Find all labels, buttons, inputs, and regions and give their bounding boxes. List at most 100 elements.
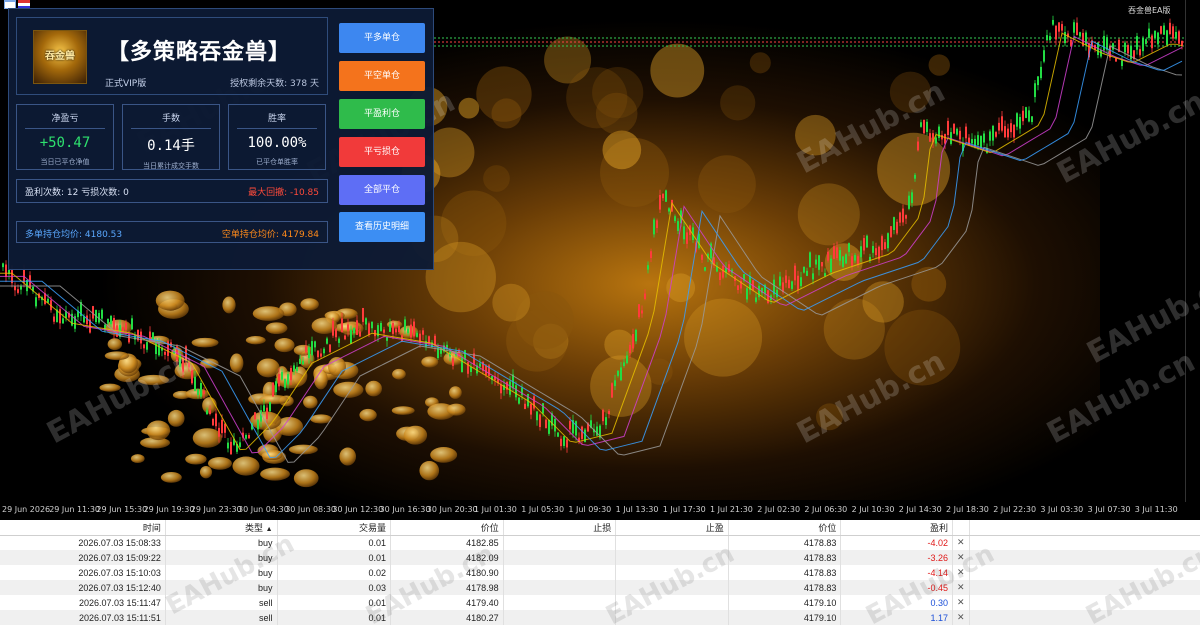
volume-cell: 0.02 <box>277 565 392 580</box>
stop-loss-cell <box>503 550 617 565</box>
volume-cell: 0.01 <box>277 595 392 610</box>
time-cell: 2026.07.03 15:08:33 <box>0 535 166 550</box>
ea-control-panel: 吞金兽 【多策略吞金兽】 正式VIP版 授权剩余天数: 378 天 净盈亏 +5… <box>8 8 434 270</box>
close-position-icon[interactable]: ✕ <box>952 535 970 550</box>
close-position-icon[interactable]: ✕ <box>952 610 970 625</box>
table-header: 时间 类型 ▲ 交易量 价位 止损 止盈 价位 盈利 <box>0 520 1200 536</box>
ea-logo: 吞金兽 <box>33 30 87 84</box>
positions-table: 时间 类型 ▲ 交易量 价位 止损 止盈 价位 盈利 2026.07.03 15… <box>0 520 1200 629</box>
table-row[interactable]: 2026.07.03 15:08:33 buy 0.01 4182.85 4178.83… <box>0 535 1200 550</box>
net-pnl-value: +50.47 <box>39 135 91 151</box>
net-pnl-label: 净盈亏 <box>51 114 79 124</box>
table-row[interactable]: 2026.07.03 15:12:40 buy 0.03 4178.98 4178.83… <box>0 580 1200 595</box>
close-position-icon[interactable]: ✕ <box>952 595 970 610</box>
win-loss-counts: 盈利次数: 12 亏损次数: 0 <box>25 188 129 198</box>
title-box: 吞金兽 【多策略吞金兽】 正式VIP版 授权剩余天数: 378 天 <box>16 17 328 95</box>
col-open-price[interactable]: 价位 <box>390 520 504 536</box>
short-avg-price: 空单持仓均价: 4179.84 <box>221 230 319 240</box>
take-profit-cell <box>615 610 729 625</box>
time-tick-label: 1 Jul 21:30 <box>710 505 753 514</box>
profit-cell: -4.14 <box>840 565 953 580</box>
price-cell: 4178.98 <box>390 580 504 595</box>
type-cell: buy <box>165 565 278 580</box>
time-tick-label: 30 Jun 16:30 <box>379 505 431 514</box>
volume-cell: 0.01 <box>277 550 392 565</box>
volume-cell: 0.03 <box>277 580 392 595</box>
close-position-icon[interactable]: ✕ <box>952 580 970 595</box>
col-take-profit[interactable]: 止盈 <box>615 520 729 536</box>
lots-card: 手数 0.14手 当日累计成交手数 <box>122 104 220 170</box>
price-cell: 4180.90 <box>390 565 504 580</box>
close-all-button[interactable]: 全部平仓 <box>339 175 425 205</box>
license-days: 授权剩余天数: 378 天 <box>230 79 319 89</box>
close-profit-button[interactable]: 平盈利仓 <box>339 99 425 129</box>
time-tick-label: 2 Jul 06:30 <box>804 505 848 514</box>
panel-title: 【多策略吞金兽】 <box>107 40 292 65</box>
table-row[interactable]: 2026.07.03 15:11:47 sell 0.01 4179.40 4179.1… <box>0 595 1200 610</box>
type-cell: buy <box>165 580 278 595</box>
volume-cell: 0.01 <box>277 535 392 550</box>
volume-cell: 0.01 <box>277 610 392 625</box>
time-tick-label: 1 Jul 05:30 <box>521 505 565 514</box>
current-price-cell: 4178.83 <box>728 565 842 580</box>
take-profit-cell <box>615 550 729 565</box>
time-tick-label: 1 Jul 09:30 <box>568 505 612 514</box>
close-position-icon[interactable]: ✕ <box>952 565 970 580</box>
time-tick-label: 30 Jun 08:30 <box>285 505 337 514</box>
type-cell: buy <box>165 550 278 565</box>
stop-loss-cell <box>503 580 617 595</box>
long-avg-price: 多单持仓均价: 4180.53 <box>25 230 123 240</box>
avg-price-row: 多单持仓均价: 4180.53 空单持仓均价: 4179.84 <box>16 221 328 243</box>
logo-text: 吞金兽 <box>45 51 75 62</box>
time-tick-label: 29 Jun 19:30 <box>143 505 195 514</box>
time-tick-label: 1 Jul 17:30 <box>662 505 706 514</box>
time-tick-label: 1 Jul 13:30 <box>615 505 659 514</box>
current-price-cell: 4178.83 <box>728 550 842 565</box>
time-cell: 2026.07.03 15:11:51 <box>0 610 166 625</box>
view-history-button[interactable]: 查看历史明细 <box>339 212 425 242</box>
time-tick-label: 3 Jul 11:30 <box>1134 505 1178 514</box>
col-volume[interactable]: 交易量 <box>277 520 392 536</box>
max-drawdown: 最大回撤: -10.85 <box>248 188 319 198</box>
price-cell: 4179.40 <box>390 595 504 610</box>
time-tick-label: 30 Jun 20:30 <box>426 505 478 514</box>
close-sell-button[interactable]: 平空单仓 <box>339 61 425 91</box>
winrate-card: 胜率 100.00% 已平仓单胜率 <box>228 104 326 170</box>
time-cell: 2026.07.03 15:09:22 <box>0 550 166 565</box>
time-tick-label: 29 Jun 11:30 <box>49 505 101 514</box>
table-row[interactable]: 2026.07.03 15:10:03 buy 0.02 4180.90 4178.83… <box>0 565 1200 580</box>
time-tick-label: 3 Jul 07:30 <box>1087 505 1131 514</box>
time-tick-label: 2 Jul 02:30 <box>757 505 801 514</box>
price-chart[interactable]: 吞金兽EA版 29 Jun 2026 29 Jun 11:30 29 Jun 15:… <box>0 0 1200 520</box>
close-buy-button[interactable]: 平多单仓 <box>339 23 425 53</box>
time-tick-label: 2 Jul 18:30 <box>946 505 989 514</box>
winrate-sub: 已平仓单胜率 <box>256 158 298 166</box>
price-cell: 4182.09 <box>390 550 504 565</box>
current-price-cell: 4179.10 <box>728 610 842 625</box>
stop-loss-cell <box>503 595 617 610</box>
col-time[interactable]: 时间 <box>0 520 166 536</box>
time-axis[interactable]: 29 Jun 2026 29 Jun 11:30 29 Jun 15:30 29 Ju… <box>0 502 1186 520</box>
close-position-icon[interactable]: ✕ <box>952 550 970 565</box>
trade-counts-row: 盈利次数: 12 亏损次数: 0 最大回撤: -10.85 <box>16 179 328 203</box>
col-current-price[interactable]: 价位 <box>728 520 842 536</box>
price-axis[interactable] <box>1185 0 1200 502</box>
col-stop-loss[interactable]: 止损 <box>503 520 617 536</box>
col-type[interactable]: 类型 ▲ <box>165 520 278 536</box>
profit-cell: 0.30 <box>840 595 953 610</box>
time-cell: 2026.07.03 15:10:03 <box>0 565 166 580</box>
col-profit[interactable]: 盈利 <box>840 520 953 536</box>
profit-cell: -4.02 <box>840 535 953 550</box>
lots-sub: 当日累计成交手数 <box>143 162 199 170</box>
time-tick-label: 30 Jun 04:30 <box>238 505 289 514</box>
profit-cell: -0.45 <box>840 580 953 595</box>
stop-loss-cell <box>503 565 617 580</box>
table-row[interactable]: 2026.07.03 15:11:51 sell 0.01 4180.27 4179.1… <box>0 610 1200 625</box>
current-price-cell: 4179.10 <box>728 595 842 610</box>
time-cell: 2026.07.03 15:11:47 <box>0 595 166 610</box>
time-tick-label: 29 Jun 23:30 <box>190 505 242 514</box>
table-row[interactable]: 2026.07.03 15:09:22 buy 0.01 4182.09 4178.83… <box>0 550 1200 565</box>
net-pnl-card: 净盈亏 +50.47 当日已平仓净值 <box>16 104 114 170</box>
time-tick-label: 1 Jul 01:30 <box>474 505 517 514</box>
close-loss-button[interactable]: 平亏损仓 <box>339 137 425 167</box>
